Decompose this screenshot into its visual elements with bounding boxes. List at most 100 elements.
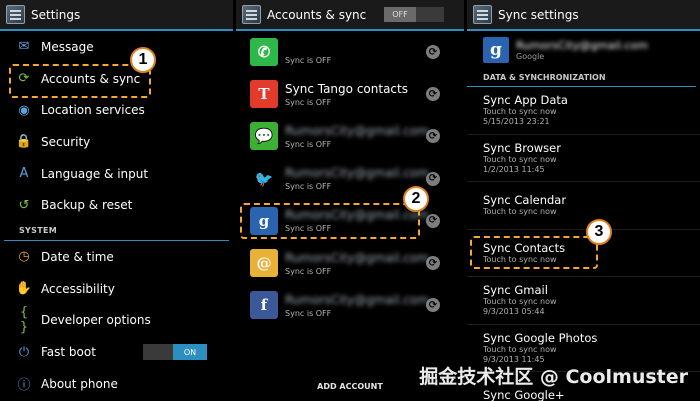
account-row[interactable]: ✆ Sync is OFF ⟳ [236,31,464,73]
sync-item-timestamp: 5/15/2013 23:21 [483,117,550,127]
settings-item-location-services[interactable]: ◉ Location services [0,94,233,126]
settings-list: ✉ Message ⟳ Accounts & sync ◉ Location servic… [0,31,233,221]
account-row[interactable]: f RumorsCity@gmail.com Sync is OFF ⟳ [236,284,464,326]
settings-item-developer-options[interactable]: { } Developer options [0,305,233,337]
account-title: RumorsCity@gmail.com [285,123,429,138]
master-sync-toggle-label: OFF [384,7,416,22]
step-1-badge: 1 [130,47,156,73]
account-title: Sync Tango contacts [285,81,408,96]
keyboard-icon: A [19,166,29,182]
settings-item-label: Fast boot [41,345,96,360]
watermark: 掘金技术社区 @ Coolmuster [419,366,688,388]
sync-item-title: Sync Google Photos [483,330,598,345]
accounts-title: Accounts & sync [267,7,367,22]
step-2-badge: 2 [403,186,429,212]
settings-item-label: Backup & reset [41,198,133,213]
settings-title: Settings [31,7,81,22]
backup-icon: ↺ [18,197,30,213]
sync-item-sync-gmail[interactable]: Sync Gmail Touch to sync now 9/3/2013 05:4… [467,277,700,325]
settings-item-date-time[interactable]: ◷ Date & time [0,241,233,273]
account-row[interactable]: 🐦 RumorsCity@gmail.com Sync is OFF ⟳ [236,158,464,200]
highlight-google-account [240,203,420,239]
braces-icon: { } [19,305,29,336]
settings-item-label: Accessibility [41,281,115,296]
location-icon: ◉ [18,102,30,118]
twitter-icon: 🐦 [250,164,278,193]
settings-item-language-input[interactable]: A Language & input [0,158,233,190]
hand-icon: ✋ [15,281,33,297]
sync-item-hint: Touch to sync now [483,107,557,117]
lock-icon: 🔒 [15,134,33,150]
tango-icon: T [250,80,278,109]
highlight-accounts-sync [9,64,151,98]
settings-panel: Settings ✉ Message ⟳ Accounts & sync ◉ Locati… [0,0,233,401]
settings-action-bar: Settings [0,0,233,31]
sync-item-hint: Touch to sync now [483,297,557,307]
account-title [285,40,426,54]
account-text: Sync Tango contacts Sync is OFF [285,82,426,107]
email-icon: @ [250,249,278,278]
account-title: RumorsCity@gmail.com [285,292,429,307]
sync-item-sync-browser[interactable]: Sync Browser Touch to sync now 1/2/2013 11… [467,135,700,182]
whatsapp-icon: ✆ [250,38,278,67]
sync-item-title: Sync Calendar [483,193,567,208]
highlight-sync-contacts [470,236,598,269]
settings-item-message[interactable]: ✉ Message [0,31,233,63]
sync-item-timestamp: 9/3/2013 05:44 [483,307,545,317]
settings-item-label: Developer options [41,313,151,328]
fast-boot-toggle[interactable]: ON [143,344,207,361]
settings-item-backup-reset[interactable]: ↺ Backup & reset [0,189,233,221]
sync-settings-action-bar: Sync settings [467,0,700,31]
sync-item-title: Sync Gmail [483,283,548,298]
data-sync-section-header: DATA & SYNCHRONIZATION [467,69,696,87]
account-sync-status: Sync is OFF [285,308,332,318]
system-settings-list: ◷ Date & time ✋ Accessibility { } Developer o… [0,241,233,399]
settings-item-label: Security [41,134,91,149]
account-sync-status: Sync is OFF [285,97,332,107]
sync-item-sync-app-data[interactable]: Sync App Data Touch to sync now 5/15/2013 … [467,87,700,135]
system-section-header: SYSTEM [4,221,229,242]
sync-item-hint: Touch to sync now [483,154,557,164]
settings-item-security[interactable]: 🔒 Security [0,126,233,158]
account-row[interactable]: 💬 RumorsCity@gmail.com Sync is OFF ⟳ [236,115,464,157]
account-text: RumorsCity@gmail.com Sync is OFF [285,251,429,276]
fast-boot-toggle-label: ON [173,344,207,361]
account-text: RumorsCity@gmail.com Sync is OFF [285,123,429,149]
envelope-icon: ✉ [18,39,30,55]
accounts-app-icon [242,5,261,24]
settings-item-fast-boot[interactable]: ⏻ Fast boot ON [0,336,233,368]
account-email: RumorsCity@gmail.com [516,39,648,52]
settings-app-icon [6,5,25,24]
accounts-sync-panel: Accounts & sync OFF ✆ Sync is OFF ⟳ T Sync … [236,0,464,401]
account-sync-status: Sync is OFF [285,182,332,192]
google-account-header: g RumorsCity@gmail.com Google [467,31,700,69]
settings-item-about-phone[interactable]: ⓘ About phone [0,368,233,400]
sync-settings-app-icon [473,5,492,24]
settings-item-accessibility[interactable]: ✋ Accessibility [0,273,233,305]
master-sync-toggle[interactable]: OFF [384,7,444,22]
account-row[interactable]: T Sync Tango contacts Sync is OFF ⟳ [236,73,464,115]
account-text: Sync is OFF [285,40,426,65]
sync-status-icon: ⟳ [426,45,440,60]
account-title: RumorsCity@gmail.com [285,166,429,181]
sync-status-icon: ⟳ [426,87,440,102]
google-icon: g [483,37,509,63]
accounts-list: ✆ Sync is OFF ⟳ T Sync Tango contacts Sync i… [236,31,464,326]
step-3-badge: 3 [586,219,612,245]
sync-item-sync-calendar[interactable]: Sync Calendar Touch to sync now [467,182,700,230]
sync-item-title: Sync App Data [483,93,568,108]
sync-item-title: Sync Browser [483,140,561,155]
sync-settings-panel: Sync settings g RumorsCity@gmail.com Goo… [467,0,700,401]
accounts-action-bar: Accounts & sync OFF [236,0,464,31]
sync-item-title: Sync Google+ [483,388,565,401]
settings-item-label: Language & input [41,166,149,181]
settings-item-label: About phone [41,376,118,391]
facebook-icon: f [250,291,278,320]
settings-item-label: Location services [41,103,145,118]
wechat-icon: 💬 [250,122,278,151]
account-text: RumorsCity@gmail.com Sync is OFF [285,166,429,192]
info-icon: ⓘ [17,378,31,394]
account-row[interactable]: @ RumorsCity@gmail.com Sync is OFF ⟳ [236,242,464,284]
settings-item-label: Date & time [41,249,114,264]
sync-item-hint: Touch to sync now [483,344,557,354]
